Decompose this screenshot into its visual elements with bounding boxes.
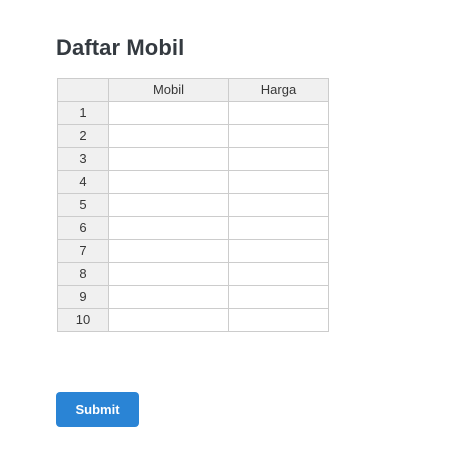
cell-mobil[interactable] <box>108 308 229 332</box>
data-grid: Mobil Harga 1 2 3 4 5 6 7 8 9 10 <box>57 78 329 332</box>
cell-harga[interactable] <box>228 308 329 332</box>
cell-mobil[interactable] <box>108 262 229 286</box>
table-row: 7 <box>57 239 329 263</box>
table-row: 4 <box>57 170 329 194</box>
column-header-mobil[interactable]: Mobil <box>108 78 229 102</box>
table-row: 1 <box>57 101 329 125</box>
grid-header-row: Mobil Harga <box>57 78 329 102</box>
column-header-harga[interactable]: Harga <box>228 78 329 102</box>
cell-harga[interactable] <box>228 262 329 286</box>
row-header[interactable]: 4 <box>57 170 109 194</box>
cell-harga[interactable] <box>228 170 329 194</box>
cell-mobil[interactable] <box>108 170 229 194</box>
cell-harga[interactable] <box>228 193 329 217</box>
row-header[interactable]: 8 <box>57 262 109 286</box>
row-header[interactable]: 10 <box>57 308 109 332</box>
table-row: 10 <box>57 308 329 332</box>
cell-harga[interactable] <box>228 216 329 240</box>
submit-button[interactable]: Submit <box>56 392 139 427</box>
cell-harga[interactable] <box>228 101 329 125</box>
cell-mobil[interactable] <box>108 216 229 240</box>
cell-harga[interactable] <box>228 285 329 309</box>
cell-harga[interactable] <box>228 124 329 148</box>
row-header[interactable]: 9 <box>57 285 109 309</box>
cell-mobil[interactable] <box>108 239 229 263</box>
cell-mobil[interactable] <box>108 101 229 125</box>
page-title: Daftar Mobil <box>56 35 185 60</box>
cell-mobil[interactable] <box>108 285 229 309</box>
row-header[interactable]: 2 <box>57 124 109 148</box>
table-row: 9 <box>57 285 329 309</box>
cell-mobil[interactable] <box>108 193 229 217</box>
table-row: 3 <box>57 147 329 171</box>
grid-corner-cell[interactable] <box>57 78 109 102</box>
row-header[interactable]: 5 <box>57 193 109 217</box>
cell-mobil[interactable] <box>108 147 229 171</box>
row-header[interactable]: 1 <box>57 101 109 125</box>
row-header[interactable]: 6 <box>57 216 109 240</box>
row-header[interactable]: 3 <box>57 147 109 171</box>
table-row: 6 <box>57 216 329 240</box>
table-row: 2 <box>57 124 329 148</box>
table-row: 5 <box>57 193 329 217</box>
table-row: 8 <box>57 262 329 286</box>
row-header[interactable]: 7 <box>57 239 109 263</box>
cell-mobil[interactable] <box>108 124 229 148</box>
cell-harga[interactable] <box>228 147 329 171</box>
cell-harga[interactable] <box>228 239 329 263</box>
